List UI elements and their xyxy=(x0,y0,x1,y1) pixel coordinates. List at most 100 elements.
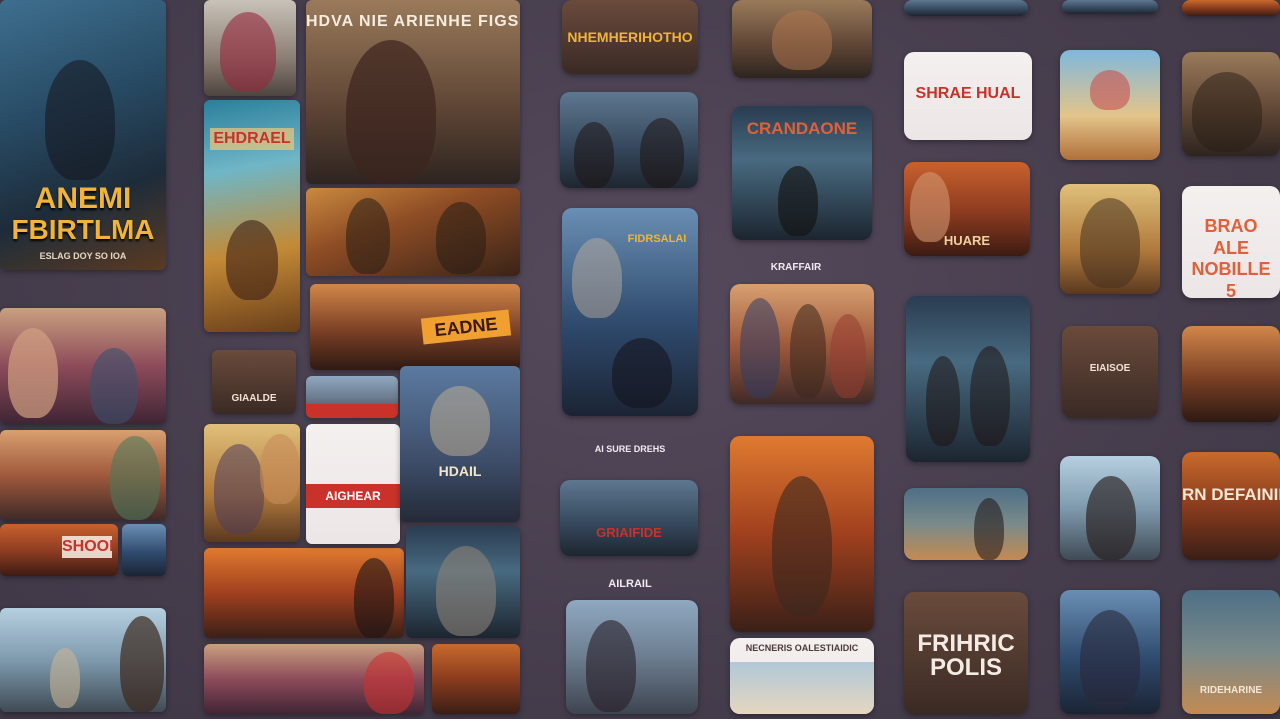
figure-silhouette xyxy=(572,238,622,318)
poster-tile[interactable]: HUARE xyxy=(904,162,1030,256)
poster-title: SHRAE HUAL xyxy=(915,86,1021,102)
figure-silhouette xyxy=(772,10,832,70)
poster-tile[interactable] xyxy=(904,488,1028,560)
poster-tile[interactable] xyxy=(1060,50,1160,160)
poster-title: FBIRTLMA xyxy=(11,216,155,244)
figure-silhouette xyxy=(574,122,614,188)
poster-tile[interactable]: GIAALDE xyxy=(212,350,296,414)
poster-tile[interactable]: NECNERIS OALESTIAIDIC xyxy=(730,638,874,714)
poster-tile[interactable]: FRIHRIC POLIS xyxy=(904,592,1028,714)
figure-silhouette xyxy=(772,476,832,616)
poster-title: EIAISOE xyxy=(1089,364,1131,374)
poster-tile[interactable] xyxy=(1182,326,1280,422)
figure-silhouette xyxy=(612,338,672,408)
poster-title: RIDEHARINE xyxy=(1199,686,1263,696)
poster-tile[interactable] xyxy=(306,376,398,418)
caption-strip: KRAFFAIR xyxy=(770,262,822,273)
poster-title: HDAIL xyxy=(438,464,482,478)
poster-tile[interactable] xyxy=(1182,52,1280,156)
poster-tile[interactable]: EADNE xyxy=(310,284,520,370)
figure-silhouette xyxy=(260,434,300,504)
caption-strip: AI SURE DREHS xyxy=(594,444,666,454)
figure-silhouette xyxy=(910,172,950,242)
poster-tile[interactable] xyxy=(1062,0,1158,14)
poster-title: BRAO ALE NOBILLE 5 xyxy=(1191,216,1271,298)
poster-tile[interactable]: CRANDAONE xyxy=(732,106,872,240)
figure-silhouette xyxy=(214,444,264,534)
poster-tile[interactable] xyxy=(204,548,404,638)
poster-tile[interactable] xyxy=(0,430,166,520)
poster-tile[interactable] xyxy=(906,296,1030,462)
poster-tile[interactable]: EIAISOE xyxy=(1062,326,1158,418)
poster-tile[interactable]: GRIAIFIDE xyxy=(560,480,698,556)
figure-silhouette xyxy=(778,166,818,236)
poster-title: AIGHEAR xyxy=(306,484,400,508)
poster-title: HUARE xyxy=(943,234,991,247)
figure-silhouette xyxy=(586,620,636,712)
poster-tile[interactable]: RIDEHARINE xyxy=(1182,590,1280,714)
figure-silhouette xyxy=(974,498,1004,560)
poster-tile[interactable]: NHEMHERIHOTHO xyxy=(562,0,698,74)
figure-silhouette xyxy=(50,648,80,708)
poster-tile[interactable] xyxy=(306,188,520,276)
figure-silhouette xyxy=(970,346,1010,446)
poster-tagline: ESLAG DOY SO IOA xyxy=(39,252,127,261)
figure-silhouette xyxy=(926,356,960,446)
figure-silhouette xyxy=(740,298,780,398)
poster-tile[interactable] xyxy=(1060,184,1160,294)
caption-strip: AILRAIL xyxy=(608,578,652,590)
poster-tile[interactable]: FIDRSALAI xyxy=(562,208,698,416)
poster-tile[interactable] xyxy=(204,644,424,714)
poster-tile[interactable] xyxy=(566,600,698,714)
poster-tile[interactable] xyxy=(122,524,166,576)
poster-tile[interactable]: ANEMI FBIRTLMA ESLAG DOY SO IOA xyxy=(0,0,166,270)
poster-tile[interactable] xyxy=(730,436,874,632)
poster-tile[interactable] xyxy=(1060,590,1160,714)
poster-title: FRIHRIC POLIS xyxy=(917,632,1015,680)
poster-title: SHOOL xyxy=(62,536,112,558)
poster-tile[interactable] xyxy=(1182,0,1280,16)
poster-tile[interactable]: RN DEFAINIE xyxy=(1182,452,1280,560)
poster-collage: ANEMI FBIRTLMA ESLAG DOY SO IOA SHOOL EH… xyxy=(0,0,1280,719)
figure-silhouette xyxy=(45,60,115,180)
figure-silhouette xyxy=(346,40,436,184)
poster-title: FIDRSALAI xyxy=(627,234,687,245)
poster-tile[interactable]: HDVA NIE ARIENHE FIGSIA xyxy=(306,0,520,184)
poster-tile[interactable] xyxy=(1060,456,1160,560)
poster-title: NHEMHERIHOTHO xyxy=(567,30,693,44)
figure-silhouette xyxy=(430,386,490,456)
poster-tile[interactable] xyxy=(904,0,1028,16)
poster-tile[interactable]: AIGHEAR xyxy=(306,424,400,544)
poster-title: HDVA NIE ARIENHE FIGSIA xyxy=(306,14,520,30)
poster-title: ANEMI xyxy=(34,184,132,214)
figure-silhouette xyxy=(790,304,826,398)
poster-tile[interactable] xyxy=(432,644,520,714)
figure-silhouette xyxy=(110,436,160,520)
poster-tile[interactable] xyxy=(560,92,698,188)
figure-silhouette xyxy=(436,546,496,636)
poster-tile[interactable] xyxy=(0,608,166,712)
poster-tile[interactable] xyxy=(730,284,874,404)
poster-tile[interactable] xyxy=(406,526,520,638)
poster-tile[interactable] xyxy=(204,424,300,542)
figure-silhouette xyxy=(120,616,164,712)
poster-tile[interactable]: HDAIL xyxy=(400,366,520,522)
poster-tile[interactable] xyxy=(204,0,296,96)
figure-silhouette xyxy=(436,202,486,274)
figure-silhouette xyxy=(346,198,390,274)
figure-silhouette xyxy=(220,12,276,92)
poster-tile[interactable]: SHOOL xyxy=(0,524,118,576)
poster-title: EHDRAEL xyxy=(210,128,294,150)
poster-tile[interactable]: BRAO ALE NOBILLE 5 xyxy=(1182,186,1280,298)
figure-silhouette xyxy=(830,314,866,398)
figure-silhouette xyxy=(90,348,138,424)
figure-silhouette xyxy=(1086,476,1136,560)
poster-tile[interactable]: SHRAE HUAL xyxy=(904,52,1032,140)
poster-tile[interactable] xyxy=(732,0,872,78)
figure-silhouette xyxy=(8,328,58,418)
poster-title: NECNERIS OALESTIAIDIC xyxy=(745,644,859,653)
poster-tile[interactable] xyxy=(0,308,166,424)
poster-title: CRANDAONE xyxy=(746,120,858,137)
figure-silhouette xyxy=(1080,610,1140,710)
poster-tile[interactable]: EHDRAEL xyxy=(204,100,300,332)
